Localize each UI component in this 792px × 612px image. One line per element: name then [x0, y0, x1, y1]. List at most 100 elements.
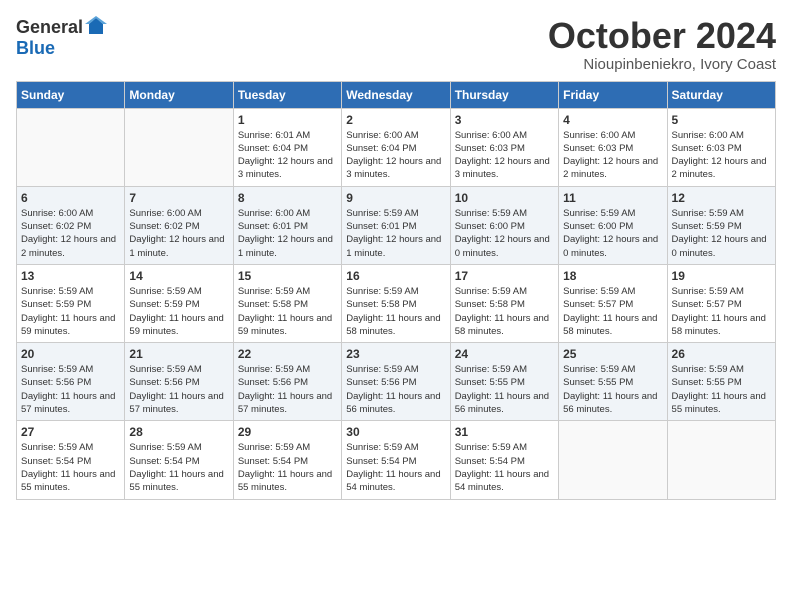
day-number: 9 [346, 191, 445, 205]
day-number: 16 [346, 269, 445, 283]
day-info: Sunrise: 5:59 AM Sunset: 5:54 PM Dayligh… [238, 441, 337, 494]
calendar-day-cell: 11 Sunrise: 5:59 AM Sunset: 6:00 PM Dayli… [559, 186, 667, 264]
calendar-day-cell: 27 Sunrise: 5:59 AM Sunset: 5:54 PM Dayli… [17, 421, 125, 499]
calendar-day-cell: 6 Sunrise: 6:00 AM Sunset: 6:02 PM Daylig… [17, 186, 125, 264]
calendar-day-cell [667, 421, 775, 499]
calendar-day-cell: 14 Sunrise: 5:59 AM Sunset: 5:59 PM Dayli… [125, 264, 233, 342]
logo-general-text: General [16, 17, 83, 38]
day-info: Sunrise: 5:59 AM Sunset: 6:00 PM Dayligh… [563, 207, 662, 260]
weekday-header: Friday [559, 81, 667, 108]
calendar-day-cell: 18 Sunrise: 5:59 AM Sunset: 5:57 PM Dayli… [559, 264, 667, 342]
day-number: 8 [238, 191, 337, 205]
day-info: Sunrise: 5:59 AM Sunset: 5:54 PM Dayligh… [346, 441, 445, 494]
day-number: 19 [672, 269, 771, 283]
calendar-day-cell: 21Sunrise: 5:59 AM Sunset: 5:56 PM Dayli… [125, 343, 233, 421]
day-number: 31 [455, 425, 554, 439]
day-info: Sunrise: 5:59 AM Sunset: 5:54 PM Dayligh… [21, 441, 120, 494]
day-number: 27 [21, 425, 120, 439]
day-info: Sunrise: 5:59 AM Sunset: 5:59 PM Dayligh… [21, 285, 120, 338]
day-number: 26 [672, 347, 771, 361]
day-info: Sunrise: 6:00 AM Sunset: 6:04 PM Dayligh… [346, 129, 445, 182]
calendar-day-cell: 30 Sunrise: 5:59 AM Sunset: 5:54 PM Dayli… [342, 421, 450, 499]
weekday-header: Thursday [450, 81, 558, 108]
day-number: 1 [238, 113, 337, 127]
day-info: Sunrise: 5:59 AM Sunset: 5:57 PM Dayligh… [563, 285, 662, 338]
calendar-day-cell: 25 Sunrise: 5:59 AM Sunset: 5:55 PM Dayli… [559, 343, 667, 421]
day-number: 17 [455, 269, 554, 283]
day-info: Sunrise: 5:59 AM Sunset: 5:54 PM Dayligh… [455, 441, 554, 494]
calendar-day-cell: 8Sunrise: 6:00 AM Sunset: 6:01 PM Daylig… [233, 186, 341, 264]
day-number: 2 [346, 113, 445, 127]
calendar-day-cell [17, 108, 125, 186]
calendar-day-cell: 5Sunrise: 6:00 AM Sunset: 6:03 PM Daylig… [667, 108, 775, 186]
title-section: October 2024 Nioupinbeniekro, Ivory Coas… [548, 16, 776, 73]
calendar-day-cell: 16Sunrise: 5:59 AM Sunset: 5:58 PM Dayli… [342, 264, 450, 342]
day-info: Sunrise: 6:01 AM Sunset: 6:04 PM Dayligh… [238, 129, 337, 182]
day-info: Sunrise: 5:59 AM Sunset: 5:59 PM Dayligh… [672, 207, 771, 260]
day-number: 14 [129, 269, 228, 283]
calendar-day-cell: 9 Sunrise: 5:59 AM Sunset: 6:01 PM Daylig… [342, 186, 450, 264]
day-number: 7 [129, 191, 228, 205]
logo: General Blue [16, 16, 107, 59]
calendar-week-row: 20 Sunrise: 5:59 AM Sunset: 5:56 PM Dayli… [17, 343, 776, 421]
month-title: October 2024 [548, 16, 776, 56]
calendar-header-row: SundayMondayTuesdayWednesdayThursdayFrid… [17, 81, 776, 108]
weekday-header: Monday [125, 81, 233, 108]
day-number: 25 [563, 347, 662, 361]
page-header: General Blue October 2024 Nioupinbeniekr… [16, 16, 776, 73]
day-info: Sunrise: 5:59 AM Sunset: 5:58 PM Dayligh… [455, 285, 554, 338]
calendar-day-cell: 10 Sunrise: 5:59 AM Sunset: 6:00 PM Dayli… [450, 186, 558, 264]
day-info: Sunrise: 5:59 AM Sunset: 6:00 PM Dayligh… [455, 207, 554, 260]
day-number: 18 [563, 269, 662, 283]
day-number: 6 [21, 191, 120, 205]
day-number: 13 [21, 269, 120, 283]
weekday-header: Tuesday [233, 81, 341, 108]
calendar-day-cell: 1 Sunrise: 6:01 AM Sunset: 6:04 PM Daylig… [233, 108, 341, 186]
day-number: 23 [346, 347, 445, 361]
day-info: Sunrise: 6:00 AM Sunset: 6:03 PM Dayligh… [455, 129, 554, 182]
day-info: Sunrise: 5:59 AM Sunset: 5:58 PM Dayligh… [238, 285, 337, 338]
day-number: 24 [455, 347, 554, 361]
logo-icon [85, 16, 107, 38]
day-info: Sunrise: 5:59 AM Sunset: 5:55 PM Dayligh… [563, 363, 662, 416]
day-info: Sunrise: 5:59 AM Sunset: 5:54 PM Dayligh… [129, 441, 228, 494]
calendar-day-cell: 4Sunrise: 6:00 AM Sunset: 6:03 PM Daylig… [559, 108, 667, 186]
calendar-day-cell: 20 Sunrise: 5:59 AM Sunset: 5:56 PM Dayli… [17, 343, 125, 421]
calendar-day-cell: 12 Sunrise: 5:59 AM Sunset: 5:59 PM Dayli… [667, 186, 775, 264]
day-info: Sunrise: 5:59 AM Sunset: 6:01 PM Dayligh… [346, 207, 445, 260]
day-info: Sunrise: 6:00 AM Sunset: 6:03 PM Dayligh… [563, 129, 662, 182]
calendar-day-cell: 22 Sunrise: 5:59 AM Sunset: 5:56 PM Dayli… [233, 343, 341, 421]
day-number: 10 [455, 191, 554, 205]
day-number: 11 [563, 191, 662, 205]
calendar-day-cell: 31 Sunrise: 5:59 AM Sunset: 5:54 PM Dayli… [450, 421, 558, 499]
day-info: Sunrise: 5:59 AM Sunset: 5:59 PM Dayligh… [129, 285, 228, 338]
weekday-header: Wednesday [342, 81, 450, 108]
day-info: Sunrise: 5:59 AM Sunset: 5:56 PM Dayligh… [346, 363, 445, 416]
calendar-day-cell [559, 421, 667, 499]
day-info: Sunrise: 6:00 AM Sunset: 6:03 PM Dayligh… [672, 129, 771, 182]
calendar-week-row: 1 Sunrise: 6:01 AM Sunset: 6:04 PM Daylig… [17, 108, 776, 186]
day-info: Sunrise: 5:59 AM Sunset: 5:55 PM Dayligh… [672, 363, 771, 416]
day-info: Sunrise: 5:59 AM Sunset: 5:56 PM Dayligh… [129, 363, 228, 416]
calendar-day-cell: 24 Sunrise: 5:59 AM Sunset: 5:55 PM Dayli… [450, 343, 558, 421]
logo-blue-text: Blue [16, 38, 55, 59]
day-number: 12 [672, 191, 771, 205]
day-info: Sunrise: 5:59 AM Sunset: 5:57 PM Dayligh… [672, 285, 771, 338]
calendar-table: SundayMondayTuesdayWednesdayThursdayFrid… [16, 81, 776, 500]
calendar-day-cell: 29 Sunrise: 5:59 AM Sunset: 5:54 PM Dayli… [233, 421, 341, 499]
day-number: 3 [455, 113, 554, 127]
day-info: Sunrise: 6:00 AM Sunset: 6:02 PM Dayligh… [129, 207, 228, 260]
day-info: Sunrise: 6:00 AM Sunset: 6:02 PM Dayligh… [21, 207, 120, 260]
day-info: Sunrise: 5:59 AM Sunset: 5:55 PM Dayligh… [455, 363, 554, 416]
day-number: 20 [21, 347, 120, 361]
day-number: 22 [238, 347, 337, 361]
calendar-body: 1 Sunrise: 6:01 AM Sunset: 6:04 PM Daylig… [17, 108, 776, 499]
day-info: Sunrise: 5:59 AM Sunset: 5:56 PM Dayligh… [21, 363, 120, 416]
weekday-header: Sunday [17, 81, 125, 108]
day-number: 30 [346, 425, 445, 439]
calendar-day-cell: 26 Sunrise: 5:59 AM Sunset: 5:55 PM Dayli… [667, 343, 775, 421]
calendar-week-row: 6 Sunrise: 6:00 AM Sunset: 6:02 PM Daylig… [17, 186, 776, 264]
day-info: Sunrise: 5:59 AM Sunset: 5:56 PM Dayligh… [238, 363, 337, 416]
day-number: 29 [238, 425, 337, 439]
calendar-day-cell: 19 Sunrise: 5:59 AM Sunset: 5:57 PM Dayli… [667, 264, 775, 342]
